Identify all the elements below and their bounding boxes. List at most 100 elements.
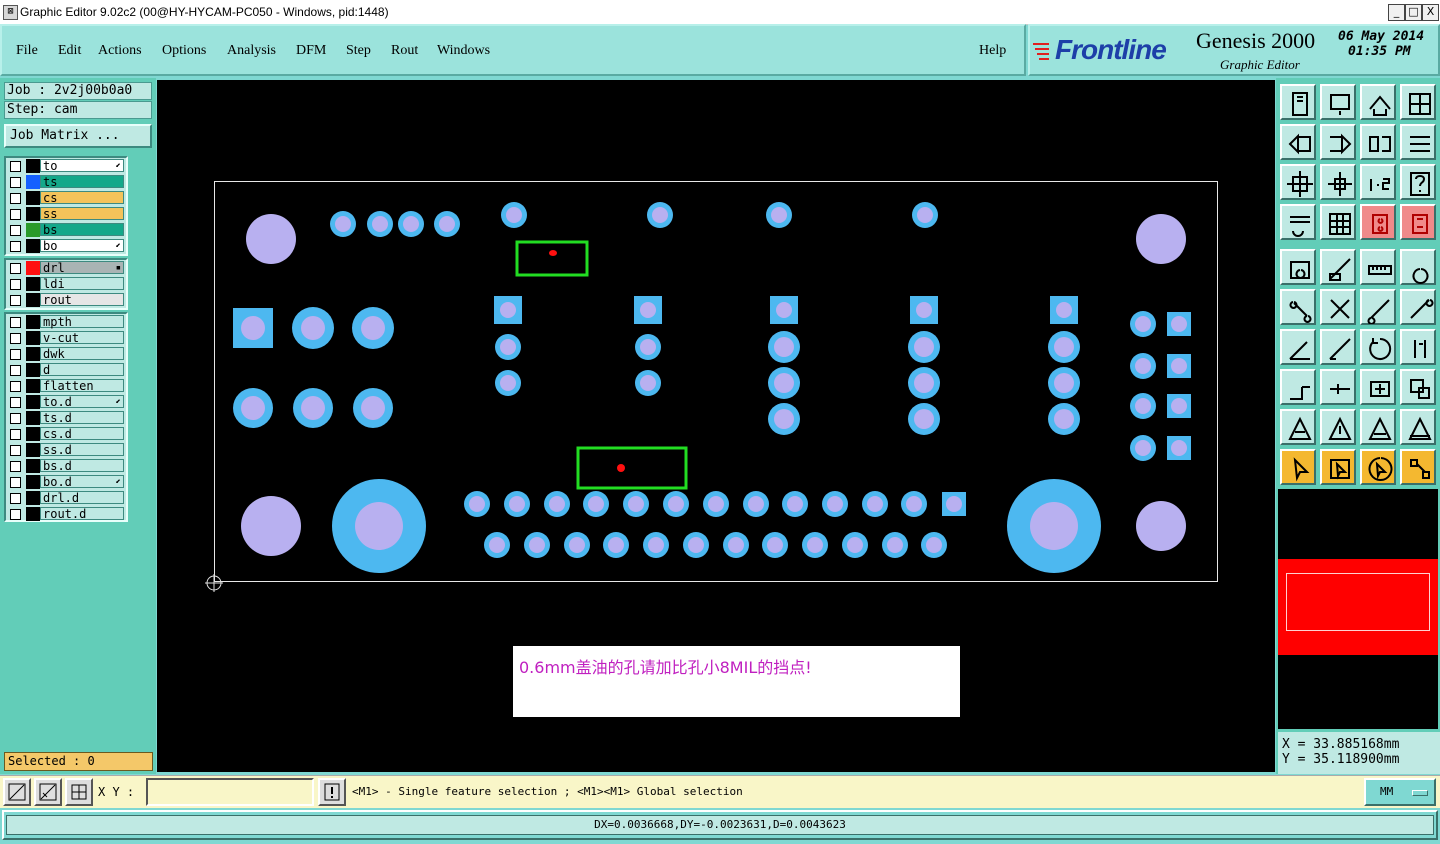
layer-name[interactable]: to ⬋ <box>40 159 124 173</box>
layer-name[interactable]: ss <box>40 207 124 221</box>
layer-name[interactable]: v-cut <box>40 331 124 345</box>
menu-file[interactable]: File <box>16 43 38 59</box>
layer-checkbox[interactable] <box>10 241 21 252</box>
select-line-tool-button[interactable] <box>1320 249 1356 285</box>
minimize-button[interactable]: _ <box>1388 4 1405 21</box>
layer-checkbox[interactable] <box>10 381 21 392</box>
layer-row-to-d[interactable]: to.d ⬋ <box>6 394 126 410</box>
units-dropdown[interactable]: MM <box>1364 778 1436 806</box>
layer-row-bs[interactable]: bs <box>6 222 126 238</box>
layer-checkbox[interactable] <box>10 193 21 204</box>
layer-name[interactable]: drl ▪ <box>40 261 124 275</box>
net-tool-button[interactable] <box>1280 289 1316 325</box>
layer-name[interactable]: ss.d <box>40 443 124 457</box>
menu-actions[interactable]: Actions <box>98 43 142 59</box>
menu-dfm[interactable]: DFM <box>296 43 326 59</box>
layer-checkbox[interactable] <box>10 365 21 376</box>
layer-name[interactable]: cs.d <box>40 427 124 441</box>
layer-color-swatch[interactable] <box>26 347 40 361</box>
layer-color-swatch[interactable] <box>26 175 40 189</box>
group-tool-button[interactable] <box>1400 369 1436 405</box>
layer-color-swatch[interactable] <box>26 277 40 291</box>
swap-tool-button[interactable] <box>1400 124 1436 160</box>
layer-name[interactable]: bs <box>40 223 124 237</box>
menu-step[interactable]: Step <box>346 43 371 59</box>
target-tool-button[interactable] <box>1400 249 1436 285</box>
graphic-canvas[interactable]: 0.6mm盖油的孔请加比孔小8MIL的挡点! <box>157 80 1275 772</box>
maximize-button[interactable]: □ <box>1405 4 1422 21</box>
layer-color-swatch[interactable] <box>26 363 40 377</box>
menu-help[interactable]: Help <box>979 43 1006 59</box>
shape-d-tool-button[interactable] <box>1400 409 1436 445</box>
shape-b-tool-button[interactable] <box>1320 409 1356 445</box>
flip-tool-button[interactable] <box>1360 124 1396 160</box>
menu-analysis[interactable]: Analysis <box>227 43 276 59</box>
drill-edit-tool-button[interactable] <box>1400 204 1436 240</box>
layer-color-swatch[interactable] <box>26 207 40 221</box>
layer-color-swatch[interactable] <box>26 379 40 393</box>
layer-row-flatten[interactable]: flatten <box>6 378 126 394</box>
layer-checkbox[interactable] <box>10 413 21 424</box>
layer-row-dwk[interactable]: dwk <box>6 346 126 362</box>
layer-color-swatch[interactable] <box>26 191 40 205</box>
layer-color-swatch[interactable] <box>26 261 40 275</box>
layer-color-swatch[interactable] <box>26 315 40 329</box>
pointer-circle-tool-button[interactable] <box>1360 449 1396 485</box>
layer-color-swatch[interactable] <box>26 395 40 409</box>
grid-button[interactable] <box>65 778 93 806</box>
step-preview[interactable] <box>1278 489 1438 729</box>
grid-fine-tool-button[interactable] <box>1320 204 1356 240</box>
zoom-out-tool-button[interactable] <box>1320 84 1356 120</box>
menu-rout[interactable]: Rout <box>391 43 418 59</box>
layer-name[interactable]: ldi <box>40 277 124 291</box>
layer-checkbox[interactable] <box>10 295 21 306</box>
layer-row-cs-d[interactable]: cs.d <box>6 426 126 442</box>
warning-button[interactable] <box>318 778 346 806</box>
layer-row-ts[interactable]: ts <box>6 174 126 190</box>
layer-checkbox[interactable] <box>10 349 21 360</box>
layer-checkbox[interactable] <box>10 279 21 290</box>
pan-left-tool-button[interactable] <box>1280 124 1316 160</box>
select-pad-tool-button[interactable] <box>1280 249 1316 285</box>
diag-tool-button[interactable] <box>1320 329 1356 365</box>
layer-checkbox[interactable] <box>10 429 21 440</box>
layer-color-swatch[interactable] <box>26 411 40 425</box>
mirror-tool-button[interactable] <box>1400 329 1436 365</box>
layer-color-swatch[interactable] <box>26 443 40 457</box>
close-button[interactable]: X <box>1422 4 1439 21</box>
shape-c-tool-button[interactable] <box>1360 409 1396 445</box>
layer-name[interactable]: ts.d <box>40 411 124 425</box>
cross-tool-button[interactable] <box>1320 289 1356 325</box>
layer-name[interactable]: to.d ⬋ <box>40 395 124 409</box>
layer-name[interactable]: bo.d ⬋ <box>40 475 124 489</box>
layer-row-ts-d[interactable]: ts.d <box>6 410 126 426</box>
layer-row-bo[interactable]: bo ⬋ <box>6 238 126 254</box>
layer-row-ss-d[interactable]: ss.d <box>6 442 126 458</box>
layer-checkbox[interactable] <box>10 445 21 456</box>
zoom-fit-tool-button[interactable] <box>1360 84 1396 120</box>
layer-name[interactable]: bo ⬋ <box>40 239 124 253</box>
xy-input[interactable] <box>146 778 314 806</box>
layer-checkbox[interactable] <box>10 493 21 504</box>
layer-checkbox[interactable] <box>10 477 21 488</box>
pointer-box-tool-button[interactable] <box>1320 449 1356 485</box>
layer-color-swatch[interactable] <box>26 223 40 237</box>
pointer-node-tool-button[interactable] <box>1400 449 1436 485</box>
menu-options[interactable]: Options <box>162 43 206 59</box>
layer-checkbox[interactable] <box>10 509 21 520</box>
layer-row-rout[interactable]: rout <box>6 292 126 308</box>
layer-row-ss[interactable]: ss <box>6 206 126 222</box>
layer-color-swatch[interactable] <box>26 459 40 473</box>
layer-row-d[interactable]: d <box>6 362 126 378</box>
layer-color-swatch[interactable] <box>26 331 40 345</box>
layer-row-rout-d[interactable]: rout.d <box>6 506 126 522</box>
connect-tool-button[interactable] <box>1360 289 1396 325</box>
rotate-tool-button[interactable] <box>1360 329 1396 365</box>
layer-name[interactable]: bs.d <box>40 459 124 473</box>
shape-a-tool-button[interactable] <box>1280 409 1316 445</box>
job-matrix-button[interactable]: Job Matrix ... <box>4 124 152 148</box>
angle-tool-button[interactable] <box>1280 329 1316 365</box>
layer-row-cs[interactable]: cs <box>6 190 126 206</box>
menu-edit[interactable]: Edit <box>58 43 81 59</box>
layer-name[interactable]: ts <box>40 175 124 189</box>
